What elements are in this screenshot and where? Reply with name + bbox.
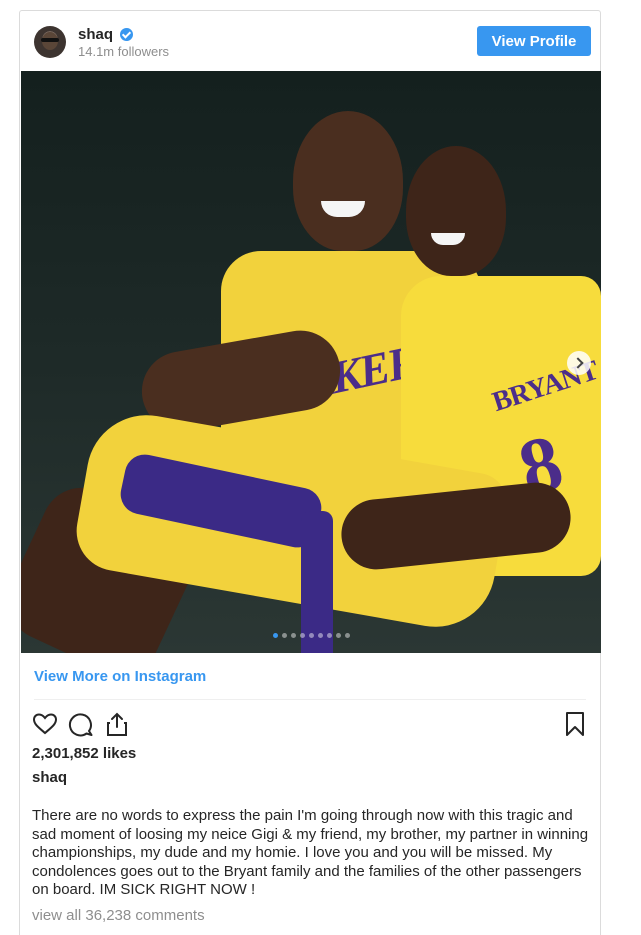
carousel-indicator — [21, 633, 601, 638]
caption-text: There are no words to express the pain I… — [32, 807, 589, 898]
carousel-dot[interactable] — [272, 633, 278, 638]
carousel-dot[interactable] — [317, 633, 323, 638]
follower-count: 14.1m followers — [78, 44, 170, 59]
carousel-dot[interactable] — [281, 633, 287, 638]
photo-head-right — [406, 146, 506, 276]
share-icon[interactable] — [104, 711, 130, 737]
like-count[interactable]: 2,301,852 likes — [32, 745, 136, 762]
verified-badge-icon — [120, 28, 133, 41]
carousel-dot[interactable] — [308, 633, 314, 638]
instagram-embed-card: shaq 14.1m followers View Profile LAKERS… — [19, 10, 601, 935]
view-more-on-instagram-link[interactable]: View More on Instagram — [34, 668, 206, 685]
carousel-dot[interactable] — [344, 633, 350, 638]
carousel-dot[interactable] — [326, 633, 332, 638]
photo-head-left — [293, 111, 403, 251]
post-image[interactable]: LAKERS BRYANT 8 — [21, 71, 601, 653]
heart-icon[interactable] — [32, 711, 58, 737]
view-all-comments-link[interactable]: view all 36,238 comments — [32, 907, 205, 924]
comment-icon[interactable] — [68, 711, 94, 737]
bookmark-icon[interactable] — [562, 711, 588, 737]
caption-username[interactable]: shaq — [32, 769, 67, 786]
carousel-dot[interactable] — [290, 633, 296, 638]
carousel-dot[interactable] — [335, 633, 341, 638]
username-link[interactable]: shaq — [78, 26, 113, 43]
view-profile-button[interactable]: View Profile — [477, 26, 591, 56]
divider — [34, 699, 586, 700]
carousel-dot[interactable] — [299, 633, 305, 638]
avatar-glasses — [41, 38, 59, 42]
post-header: shaq 14.1m followers View Profile — [20, 11, 600, 71]
next-arrow-icon[interactable] — [567, 351, 591, 375]
action-bar — [32, 711, 588, 737]
avatar[interactable] — [34, 26, 66, 58]
photo-shorts-stripe-2 — [301, 511, 333, 653]
